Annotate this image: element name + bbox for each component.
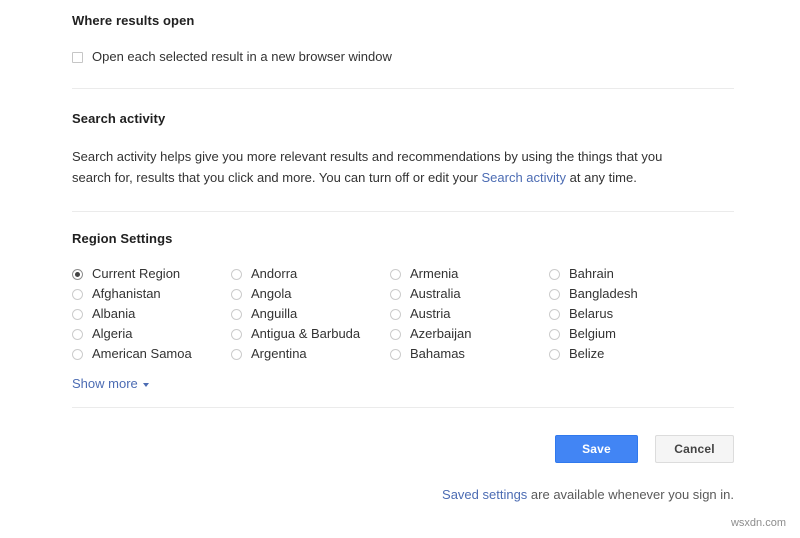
region-radio[interactable] bbox=[390, 329, 401, 340]
region-option-label: Albania bbox=[92, 304, 135, 324]
region-option[interactable]: Armenia bbox=[390, 264, 549, 284]
region-option-label: Bahamas bbox=[410, 344, 465, 364]
region-radio[interactable] bbox=[72, 289, 83, 300]
cancel-button[interactable]: Cancel bbox=[655, 435, 734, 463]
region-option[interactable]: Afghanistan bbox=[72, 284, 231, 304]
region-option-label: Belize bbox=[569, 344, 604, 364]
show-more-label: Show more bbox=[72, 376, 138, 391]
region-radio[interactable] bbox=[231, 329, 242, 340]
saved-settings-note-text: are available whenever you sign in. bbox=[527, 487, 734, 502]
region-option-label: Current Region bbox=[92, 264, 180, 284]
region-option-label: Azerbaijan bbox=[410, 324, 471, 344]
region-option[interactable]: Albania bbox=[72, 304, 231, 324]
region-column-2: AndorraAngolaAnguillaAntigua & BarbudaAr… bbox=[231, 264, 390, 364]
region-option-label: Belgium bbox=[569, 324, 616, 344]
region-option-label: Bahrain bbox=[569, 264, 614, 284]
search-activity-text-after: at any time. bbox=[566, 170, 637, 185]
region-radio[interactable] bbox=[72, 329, 83, 340]
where-results-open-title: Where results open bbox=[72, 13, 734, 28]
region-option[interactable]: Current Region bbox=[72, 264, 231, 284]
region-option[interactable]: Austria bbox=[390, 304, 549, 324]
region-option[interactable]: Australia bbox=[390, 284, 549, 304]
region-option-label: Argentina bbox=[251, 344, 307, 364]
search-activity-link[interactable]: Search activity bbox=[481, 170, 566, 185]
region-option[interactable]: Bahrain bbox=[549, 264, 638, 284]
spacer-after-region-settings bbox=[72, 393, 734, 407]
region-option-label: Algeria bbox=[92, 324, 132, 344]
region-option-label: Afghanistan bbox=[92, 284, 161, 304]
region-option-label: Armenia bbox=[410, 264, 458, 284]
region-column-3: ArmeniaAustraliaAustriaAzerbaijanBahamas bbox=[390, 264, 549, 364]
region-radio[interactable] bbox=[549, 269, 560, 280]
region-option-label: Angola bbox=[251, 284, 291, 304]
region-option[interactable]: Antigua & Barbuda bbox=[231, 324, 390, 344]
region-radio[interactable] bbox=[231, 349, 242, 360]
where-results-open-section: Where results open Open each selected re… bbox=[72, 0, 734, 66]
new-window-checkbox-label: Open each selected result in a new brows… bbox=[92, 48, 392, 66]
settings-content: Where results open Open each selected re… bbox=[72, 0, 734, 502]
saved-settings-link[interactable]: Saved settings bbox=[442, 487, 527, 502]
region-option-label: American Samoa bbox=[92, 344, 192, 364]
region-option-label: Austria bbox=[410, 304, 450, 324]
search-activity-title: Search activity bbox=[72, 111, 734, 126]
settings-page: Where results open Open each selected re… bbox=[0, 0, 800, 538]
region-option[interactable]: Belgium bbox=[549, 324, 638, 344]
region-option[interactable]: Azerbaijan bbox=[390, 324, 549, 344]
region-radio[interactable] bbox=[549, 309, 560, 320]
region-option-label: Anguilla bbox=[251, 304, 297, 324]
region-option[interactable]: Andorra bbox=[231, 264, 390, 284]
show-more-toggle[interactable]: Show more bbox=[72, 376, 149, 391]
region-option[interactable]: Belize bbox=[549, 344, 638, 364]
region-radio[interactable] bbox=[549, 329, 560, 340]
region-radio[interactable] bbox=[72, 309, 83, 320]
region-option-label: Antigua & Barbuda bbox=[251, 324, 360, 344]
saved-settings-note: Saved settings are available whenever yo… bbox=[72, 463, 734, 502]
region-column-1: Current RegionAfghanistanAlbaniaAlgeriaA… bbox=[72, 264, 231, 364]
new-window-checkbox-row[interactable]: Open each selected result in a new brows… bbox=[72, 48, 734, 66]
region-radio[interactable] bbox=[72, 269, 83, 280]
region-radio[interactable] bbox=[549, 349, 560, 360]
region-settings-title: Region Settings bbox=[72, 231, 734, 246]
region-radio[interactable] bbox=[231, 269, 242, 280]
action-button-row: Save Cancel bbox=[72, 408, 734, 463]
region-options-grid: Current RegionAfghanistanAlbaniaAlgeriaA… bbox=[72, 264, 734, 364]
region-settings-section: Region Settings Current RegionAfghanista… bbox=[72, 212, 734, 393]
new-window-checkbox[interactable] bbox=[72, 52, 83, 63]
search-activity-description: Search activity helps give you more rele… bbox=[72, 146, 697, 188]
region-option[interactable]: Belarus bbox=[549, 304, 638, 324]
save-button[interactable]: Save bbox=[555, 435, 638, 463]
region-radio[interactable] bbox=[231, 289, 242, 300]
region-radio[interactable] bbox=[390, 349, 401, 360]
spacer-after-where-results bbox=[72, 66, 734, 88]
region-option[interactable]: Angola bbox=[231, 284, 390, 304]
region-radio[interactable] bbox=[390, 309, 401, 320]
region-option[interactable]: Bangladesh bbox=[549, 284, 638, 304]
region-option[interactable]: Argentina bbox=[231, 344, 390, 364]
region-option-label: Australia bbox=[410, 284, 461, 304]
region-radio[interactable] bbox=[390, 289, 401, 300]
region-option[interactable]: Algeria bbox=[72, 324, 231, 344]
region-option[interactable]: American Samoa bbox=[72, 344, 231, 364]
region-option[interactable]: Anguilla bbox=[231, 304, 390, 324]
region-radio[interactable] bbox=[390, 269, 401, 280]
region-radio[interactable] bbox=[231, 309, 242, 320]
region-radio[interactable] bbox=[549, 289, 560, 300]
region-option-label: Andorra bbox=[251, 264, 297, 284]
region-column-4: BahrainBangladeshBelarusBelgiumBelize bbox=[549, 264, 638, 364]
region-radio[interactable] bbox=[72, 349, 83, 360]
region-option-label: Belarus bbox=[569, 304, 613, 324]
region-option-label: Bangladesh bbox=[569, 284, 638, 304]
search-activity-section: Search activity Search activity helps gi… bbox=[72, 89, 734, 188]
watermark: wsxdn.com bbox=[731, 517, 786, 529]
chevron-down-icon bbox=[143, 383, 149, 387]
spacer-after-search-activity bbox=[72, 188, 734, 211]
region-option[interactable]: Bahamas bbox=[390, 344, 549, 364]
